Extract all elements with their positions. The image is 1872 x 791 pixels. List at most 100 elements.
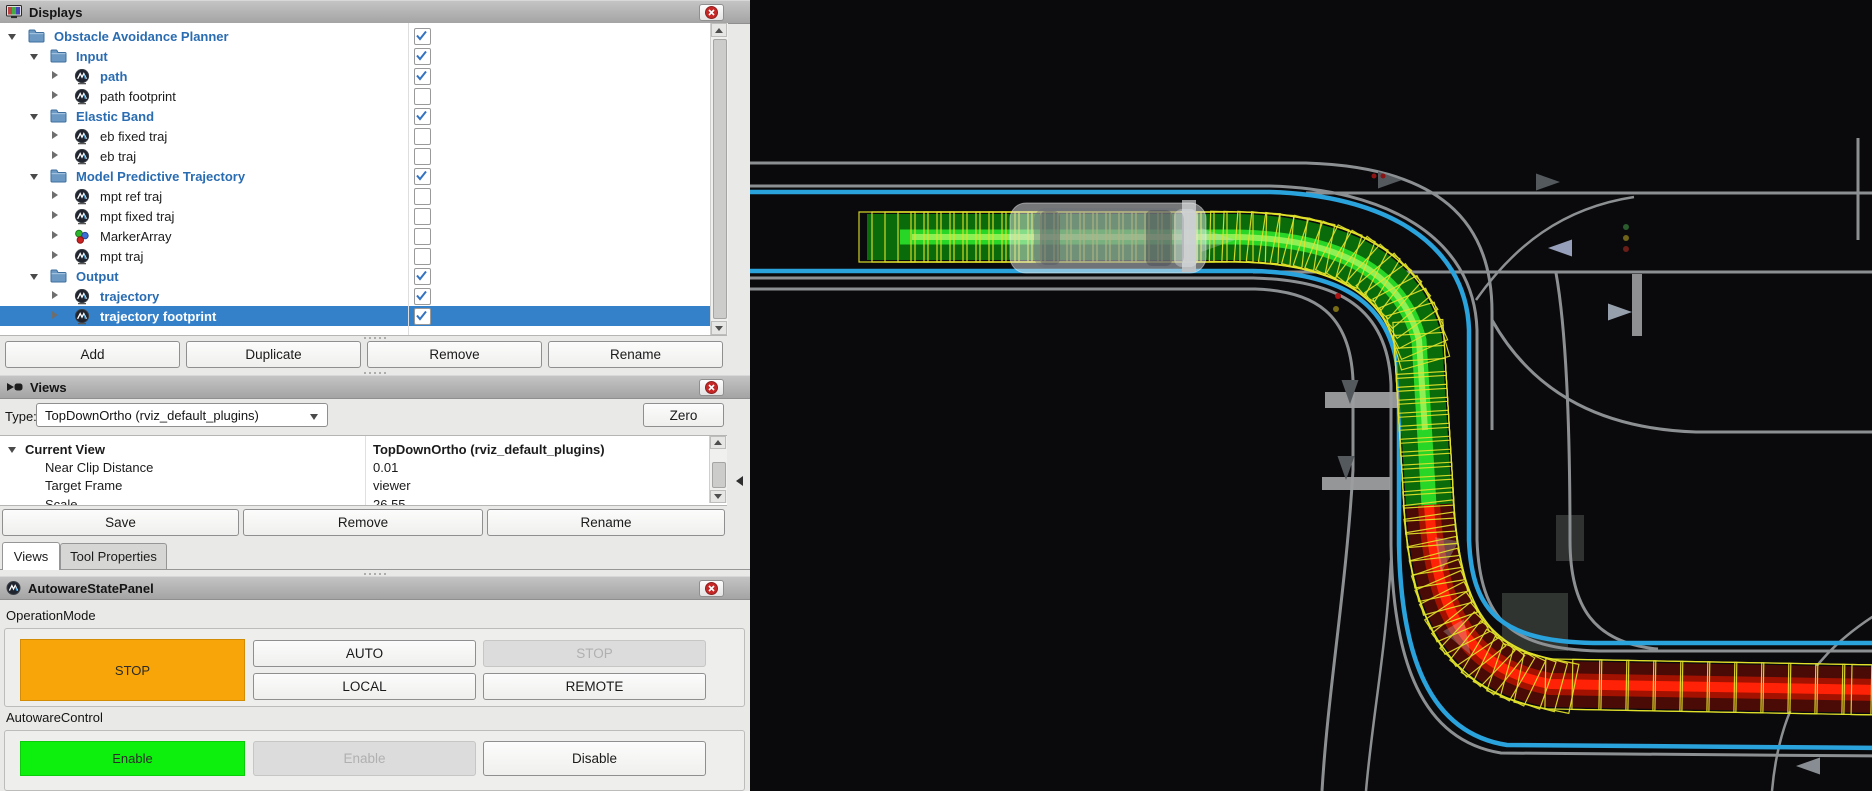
visibility-checkbox[interactable] bbox=[414, 28, 431, 45]
control-disable-button[interactable]: Disable bbox=[483, 741, 706, 776]
tree-item-model-predictive-trajectory[interactable]: Model Predictive Trajectory bbox=[0, 166, 727, 186]
views-camera-icon bbox=[6, 381, 23, 393]
visibility-checkbox[interactable] bbox=[414, 88, 431, 105]
visibility-checkbox[interactable] bbox=[414, 288, 431, 305]
displays-rename-button[interactable]: Rename bbox=[548, 341, 723, 368]
ego-vehicle bbox=[1010, 203, 1206, 273]
visibility-checkbox[interactable] bbox=[414, 208, 431, 225]
expander-closed-icon[interactable] bbox=[52, 311, 58, 319]
expander-open-icon[interactable] bbox=[30, 54, 38, 60]
tree-item-elastic-band[interactable]: Elastic Band bbox=[0, 106, 727, 126]
opmode-auto-button[interactable]: AUTO bbox=[253, 640, 476, 667]
folder-icon bbox=[50, 109, 67, 124]
expander-open-icon[interactable] bbox=[30, 174, 38, 180]
tree-item-input[interactable]: Input bbox=[0, 46, 727, 66]
opmode-local-button[interactable]: LOCAL bbox=[253, 673, 476, 700]
autoware-display-icon bbox=[74, 209, 91, 224]
property-name: Target Frame bbox=[45, 478, 122, 493]
render-viewport[interactable] bbox=[750, 0, 1872, 791]
property-row[interactable]: Target Frameviewer bbox=[0, 477, 727, 495]
expander-closed-icon[interactable] bbox=[52, 191, 58, 199]
tree-item-markerarray[interactable]: MarkerArray bbox=[0, 226, 727, 246]
tree-item-eb-traj[interactable]: eb traj bbox=[0, 146, 727, 166]
expander-open-icon[interactable] bbox=[30, 274, 38, 280]
displays-panel-header[interactable]: Displays bbox=[0, 0, 750, 24]
visibility-checkbox[interactable] bbox=[414, 68, 431, 85]
expander-closed-icon[interactable] bbox=[52, 251, 58, 259]
panel-collapse-handle[interactable] bbox=[731, 462, 747, 500]
views-close-button[interactable] bbox=[699, 379, 724, 396]
tab-tool-properties[interactable]: Tool Properties bbox=[60, 543, 167, 569]
displays-remove-button[interactable]: Remove bbox=[367, 341, 542, 368]
tree-item-label: trajectory bbox=[100, 289, 159, 304]
expander-open-icon[interactable] bbox=[8, 447, 16, 453]
tree-item-eb-fixed-traj[interactable]: eb fixed traj bbox=[0, 126, 727, 146]
visibility-checkbox[interactable] bbox=[414, 148, 431, 165]
tree-item-path-footprint[interactable]: path footprint bbox=[0, 86, 727, 106]
views-rename-button[interactable]: Rename bbox=[487, 509, 725, 536]
visibility-checkbox[interactable] bbox=[414, 168, 431, 185]
expander-open-icon[interactable] bbox=[8, 34, 16, 40]
expander-closed-icon[interactable] bbox=[52, 291, 58, 299]
expander-closed-icon[interactable] bbox=[52, 91, 58, 99]
views-table-scrollbar[interactable] bbox=[709, 436, 727, 503]
autoware-display-icon bbox=[74, 69, 91, 84]
property-row[interactable]: Near Clip Distance0.01 bbox=[0, 458, 727, 476]
scroll-down-icon bbox=[714, 494, 722, 499]
tree-item-mpt-fixed-traj[interactable]: mpt fixed traj bbox=[0, 206, 727, 226]
autoware-state-panel-header[interactable]: AutowareStatePanel bbox=[0, 576, 750, 600]
property-row[interactable]: Current ViewTopDownOrtho (rviz_default_p… bbox=[0, 440, 727, 458]
property-value: TopDownOrtho (rviz_default_plugins) bbox=[373, 442, 605, 457]
tree-item-trajectory[interactable]: trajectory bbox=[0, 286, 727, 306]
visibility-checkbox[interactable] bbox=[414, 308, 431, 325]
expander-closed-icon[interactable] bbox=[52, 211, 58, 219]
operation-mode-label: OperationMode bbox=[6, 608, 96, 623]
expander-closed-icon[interactable] bbox=[52, 131, 58, 139]
tree-item-obstacle-avoidance-planner[interactable]: Obstacle Avoidance Planner bbox=[0, 26, 727, 46]
views-save-button[interactable]: Save bbox=[2, 509, 239, 536]
autoware-display-icon bbox=[74, 289, 91, 304]
tree-item-mpt-ref-traj[interactable]: mpt ref traj bbox=[0, 186, 727, 206]
view-type-dropdown[interactable]: TopDownOrtho (rviz_default_plugins) bbox=[36, 403, 328, 427]
current-view-properties[interactable]: Current ViewTopDownOrtho (rviz_default_p… bbox=[0, 435, 727, 506]
tab-views[interactable]: Views bbox=[2, 542, 60, 570]
opmode-remote-button[interactable]: REMOTE bbox=[483, 673, 706, 700]
visibility-checkbox[interactable] bbox=[414, 48, 431, 65]
displays-tree-scrollbar[interactable] bbox=[710, 23, 728, 335]
displays-add-button[interactable]: Add bbox=[5, 341, 180, 368]
operation-mode-status: STOP bbox=[20, 639, 245, 701]
tree-item-trajectory-footprint[interactable]: trajectory footprint bbox=[0, 306, 727, 326]
visibility-checkbox[interactable] bbox=[414, 188, 431, 205]
tree-item-label: trajectory footprint bbox=[100, 309, 216, 324]
tree-item-label: Input bbox=[76, 49, 108, 64]
autoware-control-status: Enable bbox=[20, 741, 245, 776]
expander-closed-icon[interactable] bbox=[52, 151, 58, 159]
autoware-display-icon bbox=[74, 189, 91, 204]
tree-item-label: MarkerArray bbox=[100, 229, 172, 244]
scroll-up-icon bbox=[714, 440, 722, 445]
views-panel-header[interactable]: Views bbox=[0, 375, 750, 399]
tree-item-label: mpt fixed traj bbox=[100, 209, 174, 224]
visibility-checkbox[interactable] bbox=[414, 248, 431, 265]
displays-close-button[interactable] bbox=[699, 4, 724, 21]
expander-closed-icon[interactable] bbox=[52, 71, 58, 79]
visibility-checkbox[interactable] bbox=[414, 128, 431, 145]
scrollbar-thumb bbox=[712, 462, 726, 488]
visibility-checkbox[interactable] bbox=[414, 228, 431, 245]
property-row[interactable]: Scale26.55 bbox=[0, 495, 727, 506]
visibility-checkbox[interactable] bbox=[414, 108, 431, 125]
views-remove-button[interactable]: Remove bbox=[243, 509, 483, 536]
opmode-stop-button: STOP bbox=[483, 640, 706, 667]
zero-button[interactable]: Zero bbox=[643, 403, 724, 427]
tree-item-mpt-traj[interactable]: mpt traj bbox=[0, 246, 727, 266]
displays-duplicate-button[interactable]: Duplicate bbox=[186, 341, 361, 368]
views-panel-title: Views bbox=[30, 380, 67, 395]
tree-item-path[interactable]: path bbox=[0, 66, 727, 86]
expander-open-icon[interactable] bbox=[30, 114, 38, 120]
control-enable-button: Enable bbox=[253, 741, 476, 776]
displays-tree[interactable]: Obstacle Avoidance Planner Input pathpath … bbox=[0, 23, 727, 336]
expander-closed-icon[interactable] bbox=[52, 231, 58, 239]
visibility-checkbox[interactable] bbox=[414, 268, 431, 285]
tree-item-output[interactable]: Output bbox=[0, 266, 727, 286]
state-panel-close-button[interactable] bbox=[699, 580, 724, 597]
